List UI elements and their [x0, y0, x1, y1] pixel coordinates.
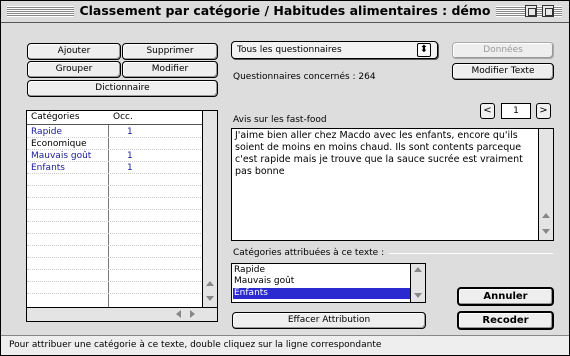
- table-row[interactable]: [27, 258, 203, 270]
- answer-text-area[interactable]: J'aime bien aller chez Macdo avec les en…: [231, 128, 554, 241]
- scroll-right-arrow-icon[interactable]: [190, 310, 195, 318]
- scroll-down-arrow-icon[interactable]: [414, 293, 422, 298]
- attributed-categories-list[interactable]: Rapide Mauvais goût Enfants: [231, 263, 426, 303]
- answer-text: J'aime bien aller chez Macdo avec les en…: [235, 130, 526, 177]
- question-label: Avis sur les fast-food: [233, 115, 327, 125]
- title-bar[interactable]: Classement par catégorie / Habitudes ali…: [1, 1, 569, 23]
- next-page-button[interactable]: >: [536, 103, 551, 119]
- questionnaires-count: Questionnaires concernés : 264: [233, 72, 376, 82]
- previous-page-button[interactable]: <: [480, 103, 495, 119]
- recoder-button[interactable]: Recoder: [457, 311, 554, 330]
- attributed-categories-label: Catégories attribuées à ce texte :: [233, 248, 385, 258]
- table-row[interactable]: [27, 270, 203, 282]
- table-row[interactable]: Rapide 1: [27, 126, 203, 138]
- table-vertical-scrollbar[interactable]: [202, 111, 217, 309]
- status-bar: Pour attribuer une catégorie à ce texte,…: [1, 335, 569, 355]
- column-header-occurrences: Occ.: [113, 112, 133, 122]
- updown-chevron-icon: ⬍: [417, 43, 431, 57]
- table-horizontal-scrollbar[interactable]: [27, 307, 217, 321]
- table-header: Catégories Occ.: [27, 111, 203, 125]
- modifier-texte-button[interactable]: Modifier Texte: [452, 63, 554, 80]
- dictionnaire-button[interactable]: Dictionnaire: [27, 80, 218, 97]
- table-row[interactable]: [27, 198, 203, 210]
- table-row[interactable]: [27, 246, 203, 258]
- window-title: Classement par catégorie / Habitudes ali…: [74, 3, 496, 18]
- status-text: Pour attribuer une catégorie à ce texte,…: [9, 340, 382, 350]
- grouper-button[interactable]: Grouper: [27, 61, 121, 78]
- scroll-up-arrow-icon[interactable]: [542, 213, 550, 218]
- separator-line: [389, 253, 553, 254]
- categories-table[interactable]: Catégories Occ. Rapide 1 Economique Mauv…: [26, 110, 218, 322]
- list-item-selected[interactable]: Enfants: [233, 288, 411, 299]
- list-item[interactable]: Mauvais goût: [233, 276, 411, 287]
- list-vertical-scrollbar[interactable]: [410, 264, 425, 302]
- questionnaire-selected-value: Tous les questionnaires: [237, 45, 342, 55]
- supprimer-button[interactable]: Supprimer: [122, 43, 218, 60]
- table-row[interactable]: [27, 210, 203, 222]
- scroll-down-arrow-icon[interactable]: [206, 296, 214, 301]
- zoom-box-icon[interactable]: [525, 5, 537, 17]
- column-header-categories: Catégories: [31, 112, 80, 122]
- table-row[interactable]: Mauvais goût 1: [27, 150, 203, 162]
- table-row[interactable]: [27, 234, 203, 246]
- donnees-button[interactable]: Données: [452, 42, 554, 59]
- scroll-up-arrow-icon[interactable]: [206, 281, 214, 286]
- page-number-field[interactable]: 1: [501, 103, 531, 119]
- scroll-up-arrow-icon[interactable]: [414, 267, 422, 272]
- table-row[interactable]: [27, 282, 203, 294]
- scroll-down-arrow-icon[interactable]: [542, 229, 550, 234]
- annuler-button[interactable]: Annuler: [457, 287, 554, 306]
- questionnaire-select[interactable]: Tous les questionnaires ⬍: [231, 41, 438, 59]
- table-row[interactable]: [27, 222, 203, 234]
- table-row[interactable]: [27, 174, 203, 186]
- collapse-box-icon[interactable]: [542, 5, 554, 17]
- table-row[interactable]: [27, 186, 203, 198]
- table-row[interactable]: Economique: [27, 138, 203, 150]
- modifier-button[interactable]: Modifier: [122, 61, 218, 78]
- table-row[interactable]: Enfants 1: [27, 162, 203, 174]
- effacer-attribution-button[interactable]: Effacer Attribution: [232, 312, 426, 329]
- list-item[interactable]: Rapide: [233, 265, 411, 276]
- main-window: Classement par catégorie / Habitudes ali…: [0, 0, 570, 356]
- answer-vertical-scrollbar[interactable]: [538, 129, 553, 240]
- scroll-left-arrow-icon[interactable]: [176, 310, 181, 318]
- ajouter-button[interactable]: Ajouter: [27, 43, 121, 60]
